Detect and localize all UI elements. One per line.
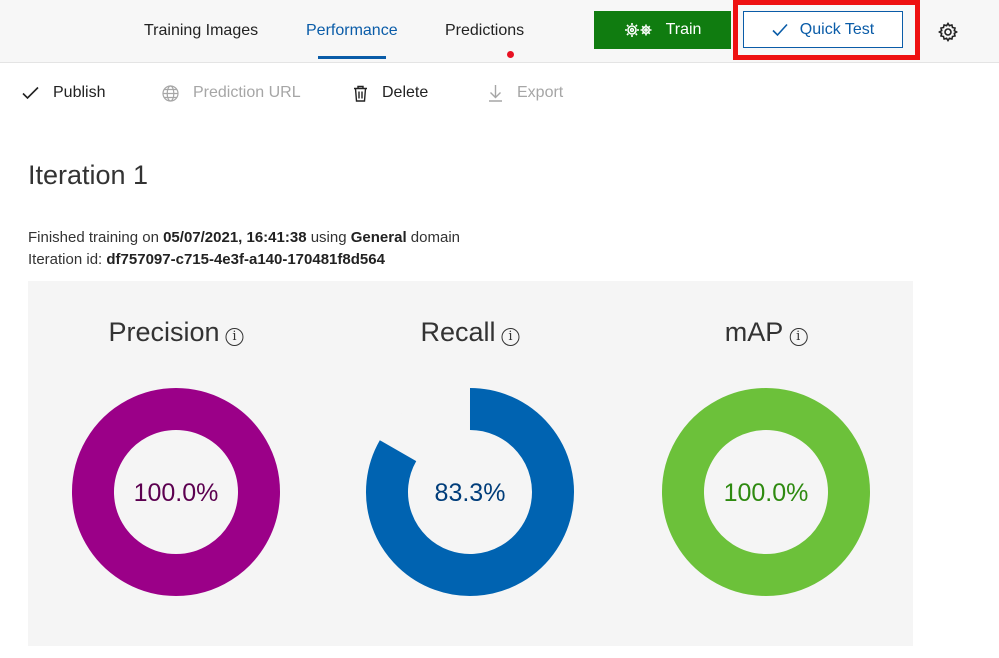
precision-label: Precision xyxy=(108,317,220,347)
train-button[interactable]: Train xyxy=(594,11,731,49)
precision-title: Precision i xyxy=(108,317,244,348)
tab-training-images[interactable]: Training Images xyxy=(144,22,258,40)
finished-prefix: Finished training on xyxy=(28,229,159,246)
precision-donut: 100.0% xyxy=(72,388,280,596)
delete-button[interactable]: Delete xyxy=(353,84,428,102)
recall-value: 83.3% xyxy=(435,479,506,507)
map-donut: 100.0% xyxy=(662,388,870,596)
quick-test-button[interactable]: Quick Test xyxy=(743,11,903,48)
info-icon[interactable]: i xyxy=(501,328,520,346)
checkmark-icon xyxy=(22,86,39,100)
tab-predictions[interactable]: Predictions xyxy=(445,22,524,40)
training-info-line: Finished training on 05/07/2021, 16:41:3… xyxy=(28,229,460,246)
gears-icon xyxy=(624,23,652,37)
download-arrow-icon xyxy=(489,85,502,102)
quick-test-button-label: Quick Test xyxy=(799,20,875,38)
export-label: Export xyxy=(517,84,564,101)
prediction-url-button[interactable]: Prediction URL xyxy=(162,84,301,102)
publish-button[interactable]: Publish xyxy=(22,84,105,102)
settings-button[interactable] xyxy=(936,20,960,44)
map-title: mAP i xyxy=(725,317,808,348)
map-value: 100.0% xyxy=(724,479,809,507)
recall-title: Recall i xyxy=(420,317,520,348)
tab-performance[interactable]: Performance xyxy=(306,22,398,40)
predictions-notification-dot xyxy=(507,51,514,58)
page-title: Iteration 1 xyxy=(28,160,149,190)
delete-label: Delete xyxy=(382,84,429,101)
prediction-url-label: Prediction URL xyxy=(193,84,301,101)
top-nav-bar: Training Images Performance Predictions … xyxy=(0,0,999,63)
export-button[interactable]: Export xyxy=(488,84,563,102)
gear-icon xyxy=(938,22,958,42)
active-tab-indicator xyxy=(318,56,386,59)
info-icon[interactable]: i xyxy=(225,328,244,346)
recall-donut: 83.3% xyxy=(366,388,574,596)
globe-icon xyxy=(162,84,179,102)
recall-label: Recall xyxy=(420,317,496,347)
trash-icon xyxy=(354,85,367,102)
train-button-label: Train xyxy=(665,21,702,38)
iteration-id-label: Iteration id: xyxy=(28,251,103,268)
iteration-id-value: df757097-c715-4e3f-a140-170481f8d564 xyxy=(106,251,385,268)
metrics-panel: Precision i 100.0% Recall i 83.3% mAP i … xyxy=(28,281,913,646)
publish-label: Publish xyxy=(53,84,106,101)
using-text: using xyxy=(310,229,347,246)
precision-value: 100.0% xyxy=(134,479,219,507)
map-label: mAP xyxy=(724,317,784,347)
info-icon[interactable]: i xyxy=(789,328,808,346)
domain-suffix: domain xyxy=(410,229,460,246)
domain-name: General xyxy=(350,229,407,246)
finished-date: 05/07/2021, 16:41:38 xyxy=(163,229,307,246)
iteration-id-line: Iteration id: df757097-c715-4e3f-a140-17… xyxy=(28,251,385,268)
checkmark-icon xyxy=(772,23,788,36)
